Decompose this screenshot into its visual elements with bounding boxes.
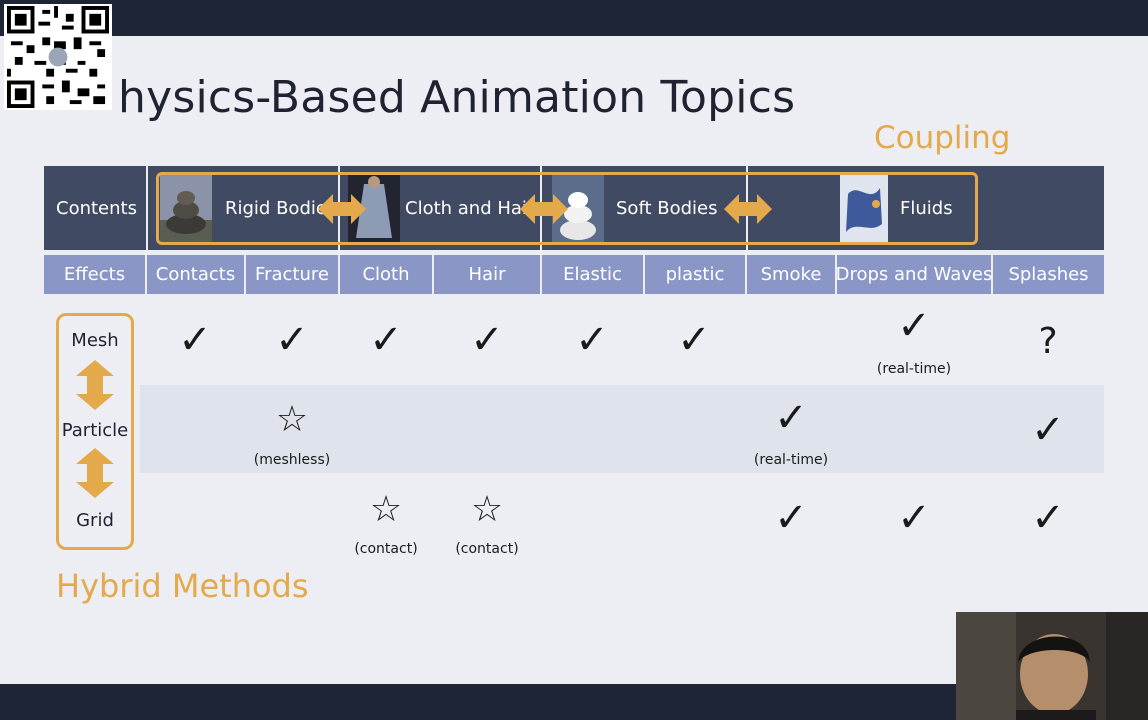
double-arrow-icon	[520, 194, 568, 224]
star-icon: ☆	[470, 489, 504, 530]
vertical-double-arrow-icon	[76, 448, 114, 498]
note-meshless: (meshless)	[253, 452, 331, 468]
qr-code-icon	[4, 4, 112, 110]
note-contact: (contact)	[354, 541, 418, 557]
check-icon: ✓	[897, 495, 931, 541]
check-icon: ✓	[774, 495, 808, 541]
effect-drops-and-waves: Drops and Waves	[836, 255, 992, 294]
method-mesh: Mesh	[71, 330, 119, 351]
effect-cloth: Cloth	[340, 255, 432, 294]
effect-elastic: Elastic	[542, 255, 643, 294]
note-real-time: (real-time)	[753, 452, 829, 468]
effect-fracture: Fracture	[246, 255, 338, 294]
effect-hair: Hair	[434, 255, 540, 294]
effect-contacts: Contacts	[147, 255, 244, 294]
question-mark-icon: ?	[1038, 321, 1058, 362]
page-title: hysics-Based Animation Topics	[118, 72, 796, 123]
check-icon: ✓	[1031, 407, 1065, 453]
effects-label: Effects	[44, 255, 145, 294]
webcam-feed	[956, 612, 1148, 720]
check-icon: ✓	[677, 317, 711, 363]
row-divider	[146, 166, 148, 250]
contents-label: Contents	[56, 197, 137, 219]
note-real-time: (real-time)	[876, 361, 952, 377]
coupling-label: Coupling	[874, 120, 1011, 156]
effect-splashes: Splashes	[993, 255, 1104, 294]
check-icon: ✓	[897, 303, 931, 349]
check-icon: ✓	[369, 317, 403, 363]
check-icon: ✓	[774, 395, 808, 441]
effect-plastic: plastic	[645, 255, 745, 294]
method-particle: Particle	[61, 420, 129, 441]
check-icon: ✓	[275, 317, 309, 363]
double-arrow-icon	[318, 194, 366, 224]
check-icon: ✓	[470, 317, 504, 363]
check-icon: ✓	[575, 317, 609, 363]
check-icon: ✓	[178, 317, 212, 363]
note-contact: (contact)	[455, 541, 519, 557]
star-icon: ☆	[275, 399, 309, 440]
effect-smoke: Smoke	[747, 255, 835, 294]
vertical-double-arrow-icon	[76, 360, 114, 410]
hybrid-methods-label: Hybrid Methods	[56, 567, 309, 605]
method-grid: Grid	[76, 510, 114, 531]
double-arrow-icon	[724, 194, 772, 224]
star-icon: ☆	[369, 489, 403, 530]
check-icon: ✓	[1031, 495, 1065, 541]
top-letterbox	[0, 0, 1148, 36]
